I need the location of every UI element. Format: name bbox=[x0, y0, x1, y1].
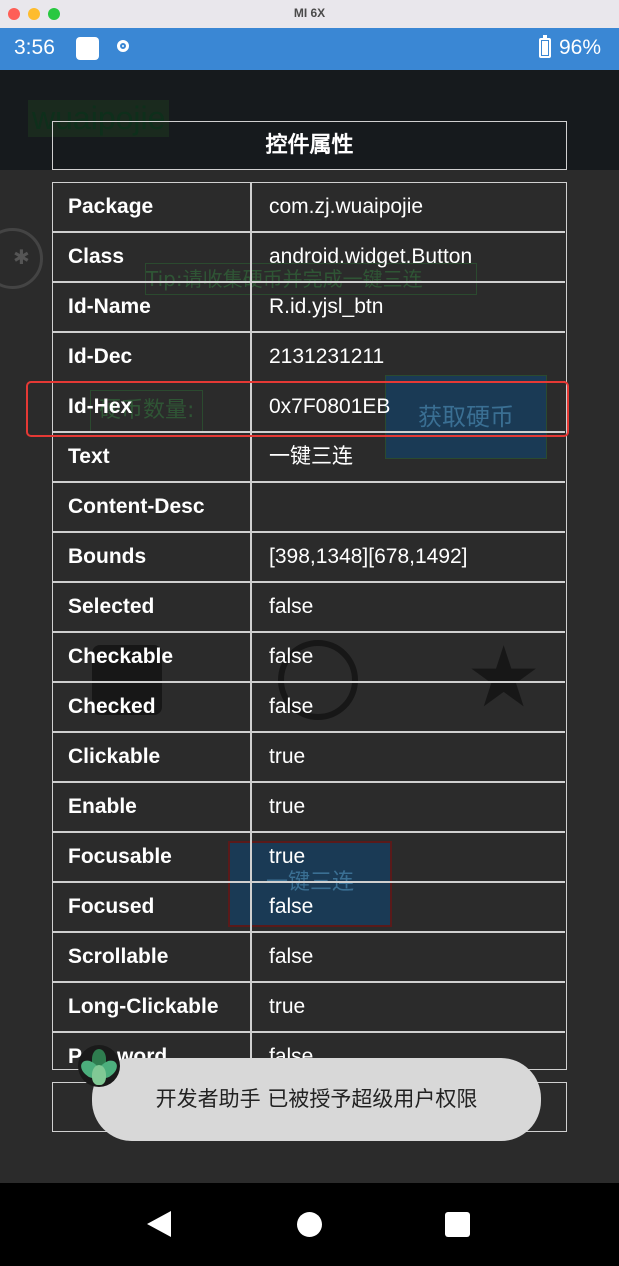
table-row: Focusable true bbox=[53, 833, 565, 883]
toast-message: 开发者助手 已被授予超级用户权限 bbox=[92, 1058, 541, 1141]
home-icon[interactable] bbox=[297, 1212, 322, 1237]
table-row: Checked false bbox=[53, 683, 565, 733]
property-value: com.zj.wuaipojie bbox=[269, 195, 424, 218]
table-row: Package com.zj.wuaipojie bbox=[53, 183, 565, 233]
property-key: Enable bbox=[68, 795, 137, 818]
property-value: false bbox=[269, 645, 314, 668]
property-value: false bbox=[269, 695, 314, 718]
property-key: Text bbox=[68, 445, 110, 468]
property-table: Package com.zj.wuaipojie Class android.wid… bbox=[52, 182, 567, 1070]
property-value: true bbox=[269, 795, 306, 818]
developer-assistant-icon bbox=[78, 1045, 120, 1087]
status-time: 3:56 bbox=[14, 36, 55, 59]
property-value: false bbox=[269, 595, 314, 618]
property-value: false bbox=[269, 945, 314, 968]
property-key: Content-Desc bbox=[68, 495, 205, 518]
table-row: Focused false bbox=[53, 883, 565, 933]
property-key: Id-Dec bbox=[68, 345, 133, 368]
property-key: Long-Clickable bbox=[68, 995, 219, 1018]
window-titlebar: MI 6X bbox=[0, 0, 619, 29]
property-value: R.id.yjsl_btn bbox=[269, 295, 384, 318]
property-key: Selected bbox=[68, 595, 155, 618]
property-key: Clickable bbox=[68, 745, 161, 768]
app-area: wuaipojie ✱ Tip:请收集硬币并完成一键三连 硬币数量: 获取硬币 … bbox=[0, 70, 619, 1183]
table-row: Id-Dec 2131231211 bbox=[53, 333, 565, 383]
navigation-bar bbox=[0, 1183, 619, 1266]
table-row: Scrollable false bbox=[53, 933, 565, 983]
property-key: Scrollable bbox=[68, 945, 169, 968]
status-bar: 3:56 96% bbox=[0, 28, 619, 70]
property-key: Package bbox=[68, 195, 154, 218]
window-title: MI 6X bbox=[293, 6, 326, 20]
record-icon bbox=[117, 40, 129, 52]
property-value: [398,1348][678,1492] bbox=[269, 545, 468, 568]
property-key: Checkable bbox=[68, 645, 174, 668]
table-row: Clickable true bbox=[53, 733, 565, 783]
property-value: true bbox=[269, 745, 306, 768]
table-row: Long-Clickable true bbox=[53, 983, 565, 1033]
table-row: Content-Desc bbox=[53, 483, 565, 533]
property-value: true bbox=[269, 995, 306, 1018]
property-value: android.widget.Button bbox=[269, 245, 473, 268]
property-value: 一键三连 bbox=[269, 445, 353, 468]
table-row: Class android.widget.Button bbox=[53, 233, 565, 283]
property-key: Focusable bbox=[68, 845, 172, 868]
table-row: Text 一键三连 bbox=[53, 433, 565, 483]
property-key: Id-Name bbox=[68, 295, 151, 318]
table-row: Enable true bbox=[53, 783, 565, 833]
battery-icon bbox=[539, 35, 551, 58]
battery-percent: 96% bbox=[559, 36, 602, 59]
table-row: Checkable false bbox=[53, 633, 565, 683]
table-row: Id-Name R.id.yjsl_btn bbox=[53, 283, 565, 333]
property-key: Checked bbox=[68, 695, 156, 718]
panel-title: 控件属性 bbox=[52, 121, 567, 170]
property-key: Class bbox=[68, 245, 125, 268]
back-icon[interactable] bbox=[147, 1211, 171, 1237]
bug-icon[interactable]: ✱ bbox=[0, 228, 43, 289]
property-key: Focused bbox=[68, 895, 155, 918]
table-row: Bounds [398,1348][678,1492] bbox=[53, 533, 565, 583]
property-value: true bbox=[269, 845, 306, 868]
property-key: Bounds bbox=[68, 545, 147, 568]
table-row: Selected false bbox=[53, 583, 565, 633]
highlight-box bbox=[26, 381, 569, 437]
property-value: 2131231211 bbox=[269, 345, 385, 368]
property-value: false bbox=[269, 895, 314, 918]
notification-icon bbox=[76, 37, 99, 60]
recent-apps-icon[interactable] bbox=[445, 1212, 470, 1237]
